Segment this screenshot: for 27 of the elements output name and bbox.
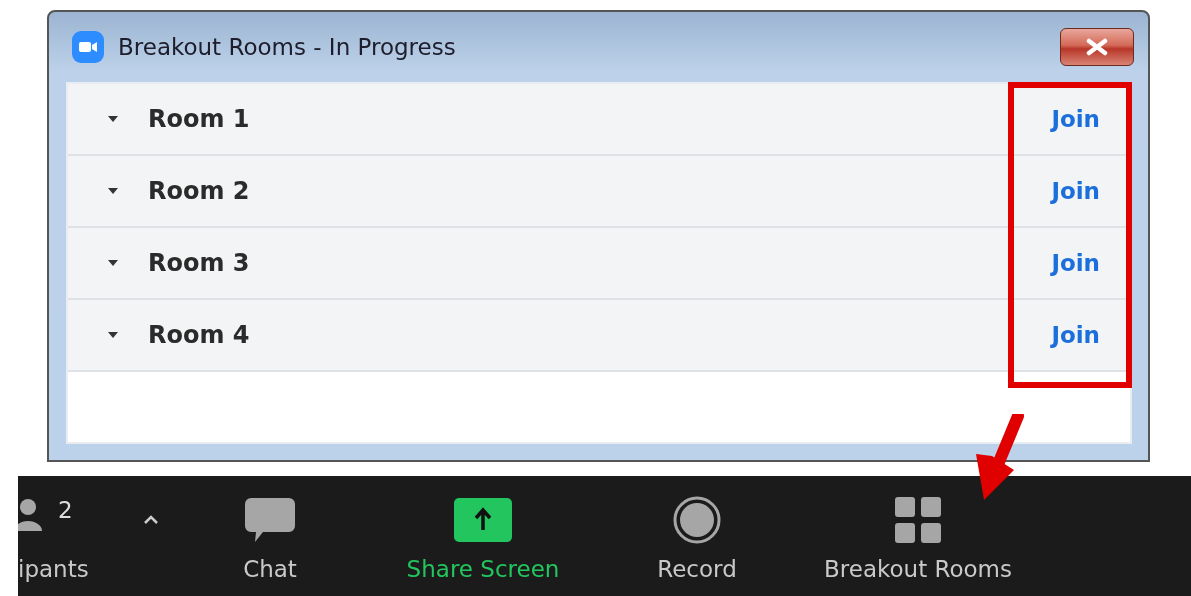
share-toolbar-button[interactable]: Share Screen: [393, 476, 573, 582]
join-link[interactable]: Join: [1051, 322, 1100, 348]
window-title: Breakout Rooms - In Progress: [118, 34, 456, 60]
share-screen-icon: [454, 498, 512, 542]
dropdown-triangle-icon: [108, 260, 118, 266]
camera-icon: [72, 31, 104, 63]
room-name: Room 1: [148, 105, 250, 133]
participant-count: 2: [58, 497, 73, 523]
dropdown-triangle-icon: [108, 332, 118, 338]
dropdown-triangle-icon: [108, 116, 118, 122]
join-link[interactable]: Join: [1051, 250, 1100, 276]
record-icon: [673, 496, 721, 544]
dropdown-triangle-icon: [108, 188, 118, 194]
participants-toolbar-button[interactable]: 2 ipants: [18, 476, 178, 582]
chat-toolbar-button[interactable]: Chat: [220, 476, 320, 582]
speech-bubble-icon: [245, 498, 295, 542]
close-icon: [1086, 38, 1108, 56]
room-name: Room 4: [148, 321, 250, 349]
join-link[interactable]: Join: [1051, 178, 1100, 204]
room-name: Room 3: [148, 249, 250, 277]
room-name: Room 2: [148, 177, 250, 205]
caret-icon: [142, 514, 159, 526]
breakout-toolbar-button[interactable]: Breakout Rooms: [808, 476, 1028, 582]
record-toolbar-button[interactable]: Record: [642, 476, 752, 582]
join-link[interactable]: Join: [1051, 106, 1100, 132]
grid-icon: [895, 497, 941, 543]
close-button[interactable]: [1060, 28, 1134, 66]
